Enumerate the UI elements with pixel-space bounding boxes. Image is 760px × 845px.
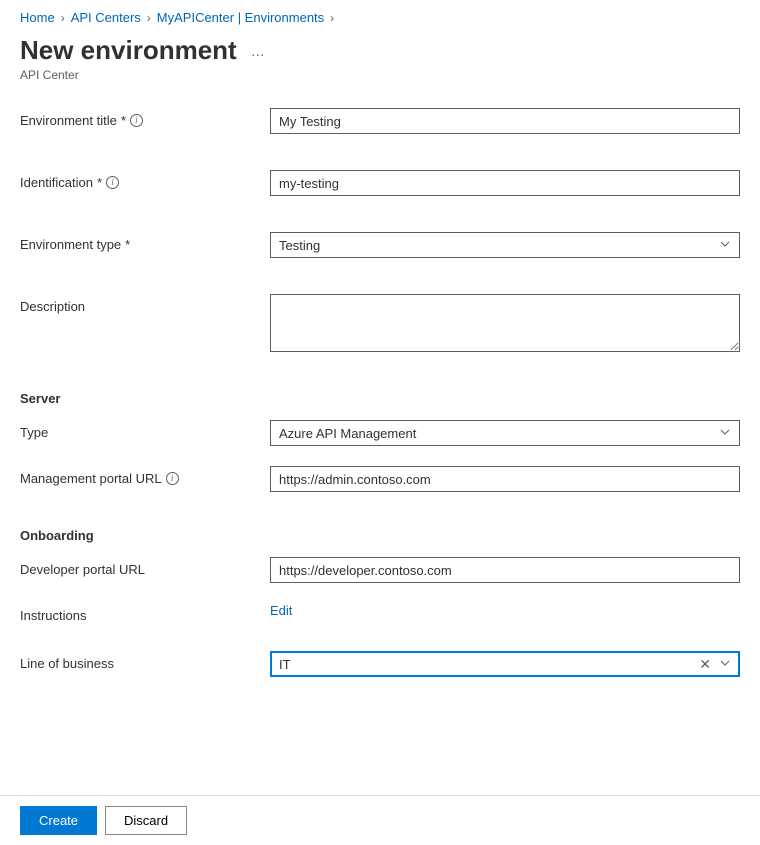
description-label: Description: [20, 299, 85, 314]
mgmt-url-label: Management portal URL: [20, 471, 162, 486]
breadcrumb: Home › API Centers › MyAPICenter | Envir…: [20, 10, 740, 25]
footer-actions: Create Discard: [0, 795, 760, 845]
server-type-select[interactable]: Azure API Management: [270, 420, 740, 446]
required-asterisk: *: [125, 237, 130, 252]
env-title-label: Environment title: [20, 113, 117, 128]
dev-url-input[interactable]: [270, 557, 740, 583]
chevron-down-icon: [719, 657, 731, 672]
chevron-right-icon: ›: [147, 11, 151, 25]
lob-value: IT: [279, 657, 291, 672]
required-asterisk: *: [121, 113, 126, 128]
create-button[interactable]: Create: [20, 806, 97, 835]
lob-label: Line of business: [20, 656, 114, 671]
chevron-down-icon: [719, 238, 731, 253]
page-title: New environment: [20, 35, 237, 66]
server-type-label: Type: [20, 425, 48, 440]
info-icon[interactable]: i: [166, 472, 179, 485]
description-input[interactable]: [270, 294, 740, 352]
instructions-label: Instructions: [20, 608, 86, 623]
env-type-select[interactable]: Testing: [270, 232, 740, 258]
info-icon[interactable]: i: [106, 176, 119, 189]
chevron-down-icon: [719, 426, 731, 441]
identification-label: Identification: [20, 175, 93, 190]
server-section-title: Server: [20, 391, 740, 406]
server-type-value: Azure API Management: [279, 426, 416, 441]
lob-select[interactable]: IT ✕: [270, 651, 740, 677]
info-icon[interactable]: i: [130, 114, 143, 127]
more-actions-button[interactable]: …: [247, 39, 269, 63]
discard-button[interactable]: Discard: [105, 806, 187, 835]
env-title-input[interactable]: [270, 108, 740, 134]
dev-url-label: Developer portal URL: [20, 562, 145, 577]
clear-icon[interactable]: ✕: [699, 656, 711, 673]
breadcrumb-my-center[interactable]: MyAPICenter | Environments: [157, 10, 324, 25]
onboarding-section-title: Onboarding: [20, 528, 740, 543]
chevron-right-icon: ›: [330, 11, 334, 25]
env-type-label: Environment type: [20, 237, 121, 252]
edit-instructions-link[interactable]: Edit: [270, 601, 292, 618]
env-type-value: Testing: [279, 238, 320, 253]
chevron-right-icon: ›: [61, 11, 65, 25]
identification-input[interactable]: [270, 170, 740, 196]
page-subtitle: API Center: [20, 68, 740, 82]
mgmt-url-input[interactable]: [270, 466, 740, 492]
breadcrumb-home[interactable]: Home: [20, 10, 55, 25]
required-asterisk: *: [97, 175, 102, 190]
breadcrumb-api-centers[interactable]: API Centers: [71, 10, 141, 25]
